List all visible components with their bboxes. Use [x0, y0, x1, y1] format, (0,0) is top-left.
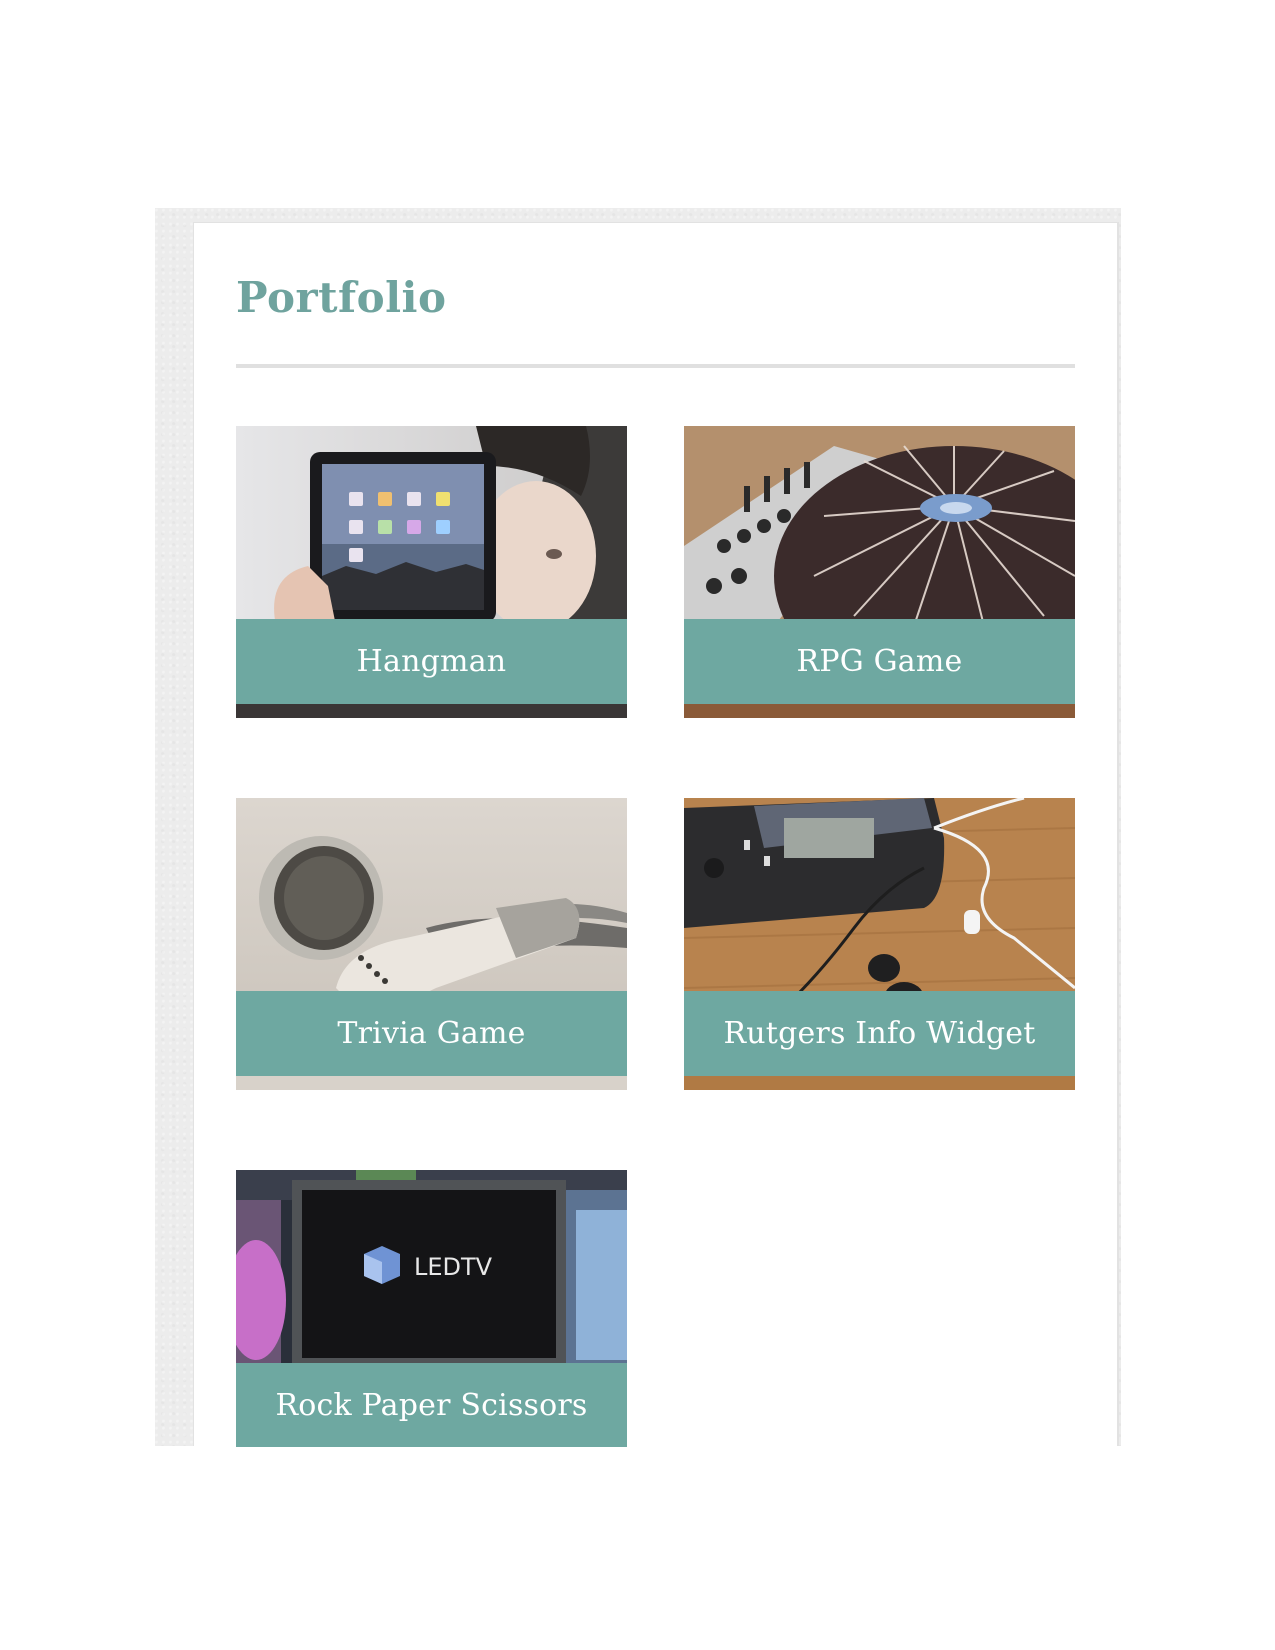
portfolio-item-rpg-game[interactable]: RPG Game — [684, 426, 1075, 718]
item-label: Trivia Game — [337, 1016, 526, 1051]
caption-bar: RPG Game — [684, 619, 1075, 704]
item-label: Hangman — [356, 644, 507, 679]
item-label: RPG Game — [796, 644, 963, 679]
portfolio-item-trivia-game[interactable]: Trivia Game — [236, 798, 627, 1090]
caption-bar: Rutgers Info Widget — [684, 991, 1075, 1076]
portfolio-card: Portfolio Hangman RPG Game Trivia Game R… — [193, 222, 1119, 1447]
portfolio-item-rutgers-info-widget[interactable]: Rutgers Info Widget — [684, 798, 1075, 1090]
caption-bar: Rock Paper Scissors — [236, 1363, 627, 1447]
portfolio-item-hangman[interactable]: Hangman — [236, 426, 627, 718]
caption-bar: Trivia Game — [236, 991, 627, 1076]
item-label: Rock Paper Scissors — [275, 1387, 588, 1423]
title-divider — [236, 364, 1075, 368]
led-tv-logo-text: LEDTV — [414, 1253, 493, 1281]
item-label: Rutgers Info Widget — [723, 1016, 1036, 1051]
portfolio-item-rock-paper-scissors[interactable]: LEDTV Rock Paper Scissors — [236, 1170, 627, 1447]
page-title: Portfolio — [236, 273, 447, 322]
caption-bar: Hangman — [236, 619, 627, 704]
